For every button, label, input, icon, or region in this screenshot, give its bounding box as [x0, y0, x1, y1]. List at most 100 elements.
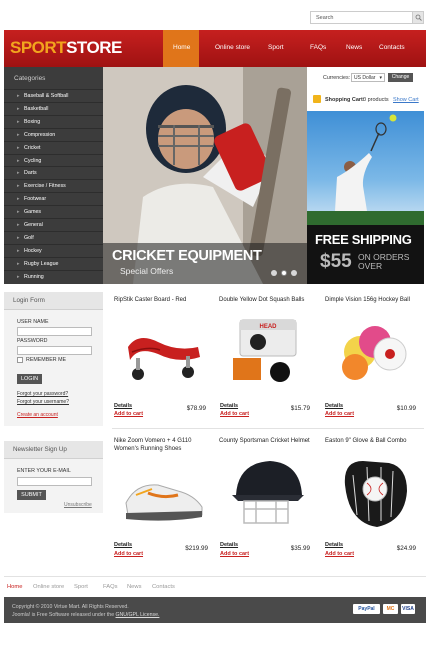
create-account-link[interactable]: Create an account	[17, 412, 58, 418]
product-price: $219.99	[185, 545, 208, 552]
category-label: Running	[24, 273, 44, 280]
category-item[interactable]: ▸ Running	[4, 269, 103, 283]
product-title[interactable]: Easton 9" Glove & Ball Combo	[325, 437, 424, 445]
nav-news[interactable]: News	[346, 44, 362, 51]
chevron-down-icon: ▾	[379, 75, 382, 81]
category-item[interactable]: ▸ Golf	[4, 230, 103, 244]
change-currency-button[interactable]: Change	[388, 73, 413, 82]
category-item[interactable]: ▸ Cycling	[4, 153, 103, 167]
nav-home[interactable]: Home	[173, 44, 190, 51]
newsletter-email-field[interactable]	[17, 477, 92, 486]
show-cart-link[interactable]: Show Cart	[393, 97, 419, 103]
footer-nav-contacts[interactable]: Contacts	[152, 584, 175, 590]
category-item[interactable]: ▸ Games	[4, 205, 103, 218]
login-button[interactable]: LOGIN	[17, 374, 42, 384]
license-text: Joomla! is Free Software released under …	[12, 612, 159, 618]
category-item[interactable]: ▸ Cricket	[4, 140, 103, 154]
tennis-banner[interactable]	[307, 111, 424, 225]
free-shipping-price: $55	[320, 251, 352, 272]
category-label: Cycling	[24, 157, 42, 164]
currency-select[interactable]: US Dollar ▾	[351, 73, 385, 82]
slide-dot-2[interactable]	[281, 270, 287, 276]
chevron-right-icon: ▸	[17, 105, 20, 112]
chevron-right-icon: ▸	[17, 131, 20, 138]
category-item[interactable]: ▸ Footwear	[4, 192, 103, 205]
footer-divider	[4, 576, 426, 577]
add-to-cart-link[interactable]: Add to cart	[220, 411, 249, 417]
product-title[interactable]: RipStik Caster Board - Red	[114, 296, 209, 304]
product-title[interactable]: Double Yellow Dot Squash Balls	[219, 296, 314, 304]
chevron-right-icon: ▸	[17, 222, 20, 228]
chevron-right-icon: ▸	[17, 93, 20, 99]
category-item[interactable]: ▸ Rugby League	[4, 256, 103, 270]
footer-nav-home[interactable]: Home	[7, 584, 22, 590]
product-details-link[interactable]: Details	[220, 542, 238, 548]
forgot-username-link[interactable]: Forgot your username?	[17, 399, 69, 405]
category-item[interactable]: ▸ Compression	[4, 127, 103, 141]
category-item[interactable]: ▸ Baseball & Softball	[4, 89, 103, 102]
running-shoe-image[interactable]	[118, 455, 208, 535]
free-shipping-title: FREE SHIPPING	[315, 232, 412, 247]
hockey-balls-image[interactable]	[330, 312, 420, 392]
add-to-cart-link[interactable]: Add to cart	[220, 551, 249, 557]
add-to-cart-link[interactable]: Add to cart	[325, 411, 354, 417]
nav-sport[interactable]: Sport	[268, 44, 284, 51]
product-title[interactable]: County Sportsman Cricket Helmet	[219, 437, 314, 445]
footer-nav-online-store[interactable]: Online store	[33, 584, 64, 590]
categories-sidebar: Categories ▸ Baseball & Softball ▸ Basketba…	[4, 67, 103, 284]
cart-label: Shopping Cart:	[325, 97, 365, 103]
product-details-link[interactable]: Details	[325, 542, 343, 548]
username-field[interactable]	[17, 327, 92, 336]
nav-contacts[interactable]: Contacts	[379, 44, 405, 51]
license-link[interactable]: GNU/GPL License.	[116, 612, 160, 618]
category-item[interactable]: ▸ Hockey	[4, 243, 103, 257]
product-title[interactable]: Nike Zoom Vomero + 4 G110 Women's Runnin…	[114, 437, 209, 453]
slide-dot-3[interactable]	[291, 270, 297, 276]
free-shipping-line2: OVER	[358, 261, 383, 271]
nav-online-store[interactable]: Online store	[215, 44, 250, 51]
search-input[interactable]: Search	[310, 11, 424, 24]
add-to-cart-link[interactable]: Add to cart	[114, 411, 143, 417]
unsubscribe-link[interactable]: Unsubscribe	[64, 502, 92, 508]
svg-text:HEAD: HEAD	[259, 324, 277, 330]
cart-count: 0 products	[363, 97, 389, 103]
newsletter-submit-button[interactable]: SUBMIT	[17, 490, 46, 500]
add-to-cart-link[interactable]: Add to cart	[114, 551, 143, 557]
category-label: Cricket	[24, 144, 41, 151]
product-price: $10.99	[396, 405, 416, 412]
caster-board-image[interactable]	[118, 312, 208, 392]
slide-dot-1[interactable]	[271, 270, 277, 276]
footer-nav-sport[interactable]: Sport	[74, 584, 88, 590]
squash-balls-image[interactable]: HEAD	[228, 312, 308, 392]
category-item[interactable]: ▸ Darts	[4, 166, 103, 179]
category-item[interactable]: ▸ Boxing	[4, 114, 103, 128]
category-item[interactable]: ▸ Basketball	[4, 101, 103, 115]
product-details-link[interactable]: Details	[325, 403, 343, 409]
cricket-helmet-image[interactable]	[226, 455, 310, 535]
currency-selected: US Dollar	[354, 75, 376, 81]
baseball-glove-image[interactable]	[333, 455, 417, 535]
store-logo[interactable]: SPORTSTORE	[10, 38, 122, 58]
add-to-cart-link[interactable]: Add to cart	[325, 551, 354, 557]
footer-nav-news[interactable]: News	[127, 584, 142, 590]
email-label: ENTER YOUR E-MAIL	[17, 468, 71, 474]
visa-icon: VISA	[401, 604, 415, 614]
product-title[interactable]: Dimple Vision 156g Hockey Ball	[325, 296, 424, 304]
product-price: $78.99	[186, 405, 206, 412]
product-details-link[interactable]: Details	[114, 542, 132, 548]
password-field[interactable]	[17, 346, 92, 355]
hero-subtitle: Special Offers	[120, 266, 174, 276]
category-label: Rugby League	[24, 260, 59, 267]
copyright-text: Copyright © 2010 Virtue Mart. All Rights…	[12, 604, 129, 610]
nav-faqs[interactable]: FAQs	[310, 44, 326, 51]
remember-me-checkbox[interactable]	[17, 357, 23, 363]
category-item[interactable]: ▸ Exercise / Fitness	[4, 179, 103, 192]
product-details-link[interactable]: Details	[114, 403, 132, 409]
forgot-password-link[interactable]: Forgot your password?	[17, 391, 68, 397]
product-details-link[interactable]: Details	[220, 403, 238, 409]
footer-nav-faqs[interactable]: FAQs	[103, 584, 118, 590]
search-button[interactable]	[412, 12, 423, 23]
category-item[interactable]: ▸ General	[4, 218, 103, 231]
remember-me-label: REMEMBER ME	[26, 357, 67, 363]
category-label: Games	[24, 209, 42, 216]
